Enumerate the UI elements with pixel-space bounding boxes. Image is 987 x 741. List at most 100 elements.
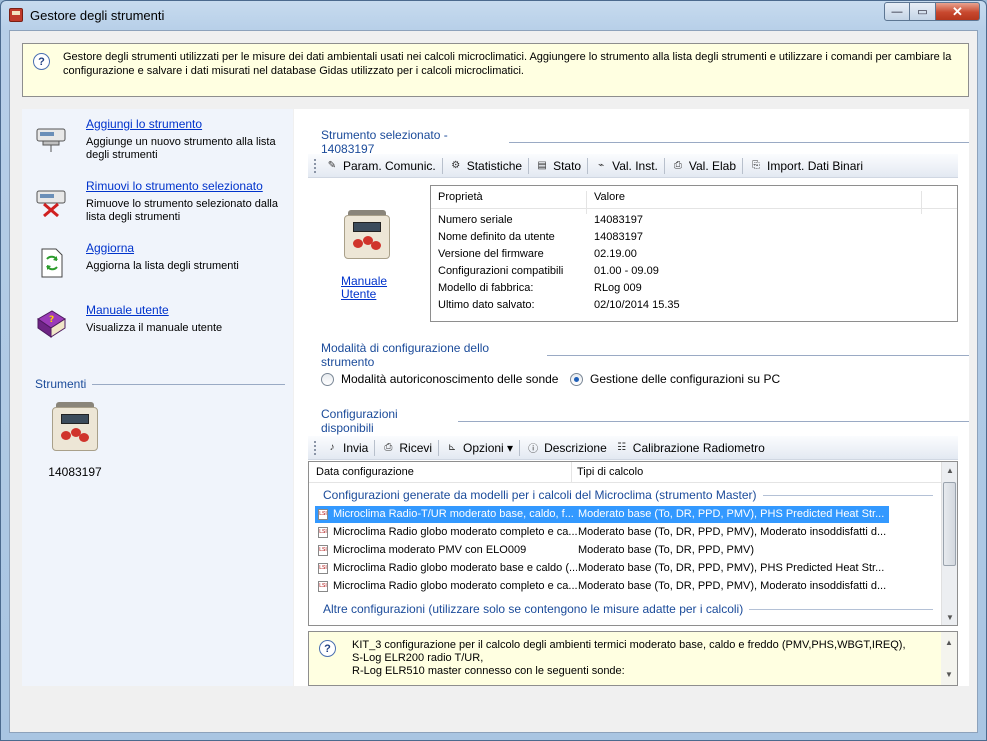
radiometer-calibration-button[interactable]: ☷ Calibrazione Radiometro: [611, 438, 769, 458]
status-button[interactable]: ▤ Stato: [531, 156, 585, 176]
maximize-button[interactable]: ▭: [910, 2, 936, 21]
help-icon: ?: [33, 53, 50, 70]
instrument-manual-link[interactable]: Manuale Utente: [341, 275, 401, 301]
property-row: Versione del firmware 02.19.00: [438, 248, 637, 260]
radio-pc-label: Gestione delle configurazioni su PC: [590, 372, 781, 386]
refresh-link[interactable]: Aggiorna: [86, 241, 134, 255]
configs-label: Configurazioni disponibili: [321, 407, 398, 435]
property-row: Nome definito da utente 14083197: [438, 231, 643, 243]
statistics-button[interactable]: ⚙ Statistiche: [445, 156, 526, 176]
svg-text:?: ?: [49, 315, 54, 325]
config-toolbar: ♪ Invia ⎙ Ricevi ⊾ Opzioni ▾ ⓘ Descrizione ☷…: [308, 436, 958, 460]
options-icon: ⊾: [447, 442, 457, 453]
remove-instrument-icon: [36, 190, 66, 217]
config-row-partial: [315, 625, 565, 626]
properties-list: Proprietà Valore Numero seriale 14083197 …: [430, 185, 958, 322]
processed-values-button[interactable]: ⎙ Val. Elab: [667, 156, 740, 176]
remove-instrument-link[interactable]: Rimuovi lo strumento selezionato: [86, 179, 263, 193]
instruments-header-label: Strumenti: [35, 377, 87, 391]
config-file-icon: LSI: [318, 563, 328, 574]
close-button[interactable]: ✕: [936, 2, 980, 21]
properties-header: Proprietà Valore: [431, 186, 957, 214]
config-row[interactable]: LSI Microclima Radio-T/UR moderato base,…: [314, 505, 890, 524]
info-text: Gestore degli strumenti utilizzati per l…: [63, 51, 952, 77]
property-row: Modello di fabbrica: RLog 009: [438, 282, 642, 294]
user-manual-link[interactable]: Manuale utente: [86, 303, 169, 317]
toolbar-grip[interactable]: [314, 158, 317, 173]
instant-values-icon: ⌁: [598, 160, 605, 171]
comm-params-button[interactable]: ✎ Param. Comunic.: [321, 156, 440, 176]
configurations-header: Data configurazione Tipi di calcolo: [309, 462, 942, 483]
config-row[interactable]: LSI Microclima moderato PMV con ELO009 M…: [315, 542, 889, 559]
task-panel: Aggiungi lo strumento Aggiunge un nuovo …: [22, 109, 293, 686]
refresh-icon: [41, 248, 63, 278]
property-row: Numero seriale 14083197: [438, 214, 643, 226]
radio-pc-indicator[interactable]: [570, 372, 583, 386]
data-logger-icon: [52, 401, 98, 453]
property-row: Configurazioni compatibili 01.00 - 09.09: [438, 265, 659, 277]
send-button[interactable]: ♪ Invia: [321, 438, 372, 458]
radio-auto-indicator[interactable]: [321, 372, 334, 386]
task-refresh: Aggiorna Aggiorna la lista degli strumen…: [22, 241, 293, 301]
main-window: Gestore degli strumenti — ▭ ✕ ? Gestore …: [0, 0, 987, 741]
property-column-header[interactable]: Proprietà: [438, 191, 483, 203]
config-mode-label: Modalità di configurazione dello strumen…: [321, 341, 490, 369]
title-bar[interactable]: Gestore degli strumenti — ▭ ✕: [1, 1, 986, 29]
config-file-icon: LSI: [318, 527, 328, 538]
types-column-header[interactable]: Tipi di calcolo: [577, 466, 643, 478]
add-instrument-link[interactable]: Aggiungi lo strumento: [86, 117, 202, 131]
scroll-down-arrow[interactable]: ▼: [941, 666, 957, 682]
scroll-up-arrow[interactable]: ▲: [941, 634, 957, 650]
scroll-down-arrow[interactable]: ▼: [942, 609, 957, 625]
main-panel: Strumento selezionato - 14083197 ✎ Param.…: [294, 109, 969, 686]
config-mode-header: Modalità di configurazione dello strumen…: [321, 341, 969, 369]
selected-instrument-header: Strumento selezionato - 14083197: [321, 128, 969, 156]
instrument-tile[interactable]: 14083197: [40, 401, 110, 491]
import-binary-icon: ⎘: [752, 160, 761, 171]
add-instrument-description: Aggiunge un nuovo strumento alla lista d…: [86, 136, 276, 161]
config-row[interactable]: LSI Microclima Radio globo moderato base…: [315, 560, 889, 577]
remove-instrument-description: Rimuove lo strumento selezionato dalla l…: [86, 198, 278, 223]
client-area: ? Gestore degli strumenti utilizzati per…: [9, 30, 978, 733]
instrument-label: 14083197: [48, 465, 102, 479]
options-dropdown[interactable]: ⊾ Opzioni ▾: [441, 438, 517, 458]
value-column-header[interactable]: Valore: [594, 191, 625, 203]
date-column-header[interactable]: Data configurazione: [316, 466, 414, 478]
statistics-icon: ⚙: [451, 160, 461, 171]
selected-instrument-label: Strumento selezionato - 14083197: [321, 128, 448, 156]
description-button[interactable]: ⓘ Descrizione: [522, 438, 611, 458]
radio-pc-configurations[interactable]: Gestione delle configurazioni su PC: [570, 372, 780, 386]
instrument-toolbar: ✎ Param. Comunic. ⚙ Statistiche ▤ Stato ⌁ Va…: [308, 154, 958, 178]
calibration-icon: ☷: [617, 442, 627, 453]
help-icon: ?: [319, 640, 336, 657]
task-add-instrument: Aggiungi lo strumento Aggiunge un nuovo …: [22, 117, 293, 177]
scroll-up-arrow[interactable]: ▲: [942, 462, 957, 478]
config-file-icon: LSI: [318, 545, 328, 556]
user-manual-description: Visualizza il manuale utente: [86, 322, 223, 334]
send-icon: ♪: [329, 442, 335, 453]
instant-values-button[interactable]: ⌁ Val. Inst.: [590, 156, 662, 176]
processed-values-icon: ⎙: [673, 160, 682, 171]
receive-button[interactable]: ⎙ Ricevi: [377, 438, 436, 458]
app-icon: [9, 8, 23, 22]
scroll-thumb[interactable]: [943, 482, 956, 566]
description-text: KIT_3 configurazione per il calcolo degl…: [352, 639, 906, 677]
wrench-icon: ✎: [327, 160, 337, 171]
toolbar-grip[interactable]: [314, 440, 317, 455]
manual-book-icon: ?: [37, 310, 66, 338]
description-scrollbar[interactable]: ▲ ▼: [941, 632, 957, 685]
description-icon: ⓘ: [528, 444, 539, 455]
property-row: Ultimo dato salvato: 02/10/2014 15.35: [438, 299, 680, 311]
config-row[interactable]: LSI Microclima Radio globo moderato comp…: [315, 524, 889, 541]
refresh-description: Aggiorna la lista degli strumenti: [86, 260, 239, 272]
config-group-models: Configurazioni generate da modelli per i…: [323, 488, 933, 502]
configurations-list: Data configurazione Tipi di calcolo Conf…: [308, 461, 958, 626]
radio-auto-recognition[interactable]: Modalità autoriconoscimento delle sonde: [321, 372, 558, 386]
add-instrument-icon: [36, 128, 66, 152]
config-row[interactable]: LSI Microclima Radio globo moderato comp…: [315, 578, 889, 595]
import-binary-button[interactable]: ⎘ Import. Dati Binari: [745, 156, 867, 176]
minimize-button[interactable]: —: [884, 2, 910, 21]
info-banner: ? Gestore degli strumenti utilizzati per…: [22, 43, 969, 97]
config-file-icon: LSI: [318, 509, 328, 520]
configurations-scrollbar[interactable]: ▲ ▼: [941, 462, 957, 625]
